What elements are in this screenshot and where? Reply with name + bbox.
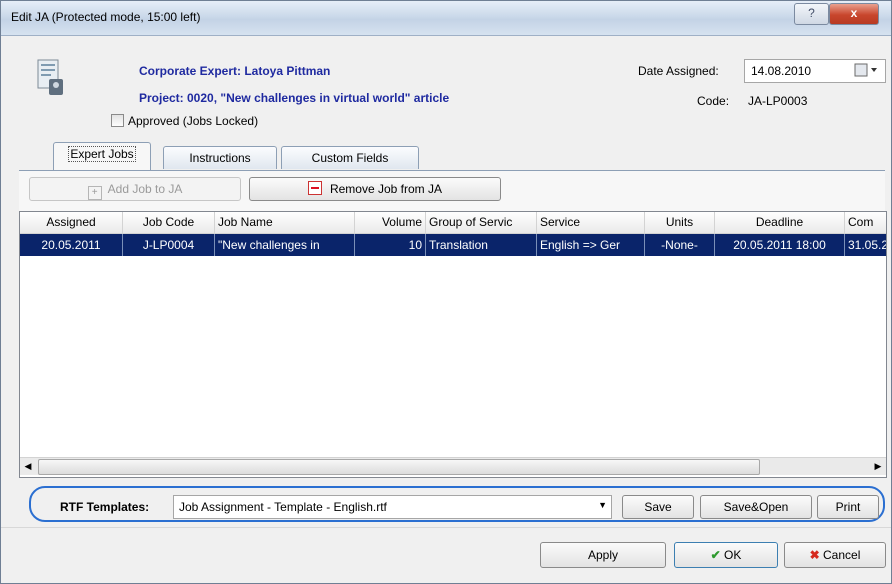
column-header-job-code[interactable]: Job Code	[123, 212, 215, 233]
cell-volume[interactable]: 10	[355, 234, 426, 256]
cell-service[interactable]: English => Ger	[537, 234, 645, 256]
help-button[interactable]: ?	[794, 3, 829, 25]
column-header-group-of-service[interactable]: Group of Servic	[426, 212, 537, 233]
apply-button[interactable]: Apply	[540, 542, 666, 568]
add-job-label: Add Job to JA	[107, 182, 183, 196]
approved-checkbox[interactable]: Approved (Jobs Locked)	[111, 114, 258, 128]
date-assigned-label: Date Assigned:	[638, 64, 719, 78]
footer-divider	[1, 527, 891, 528]
window-title: Edit JA (Protected mode, 15:00 left)	[11, 10, 201, 24]
ok-button[interactable]: ✔ OK	[674, 542, 778, 568]
save-button[interactable]: Save	[622, 495, 694, 519]
close-button[interactable]: x	[829, 3, 879, 25]
date-assigned-picker[interactable]: 14.08.2010	[744, 59, 886, 83]
rtf-templates-label: RTF Templates:	[60, 500, 150, 514]
remove-job-button[interactable]: Remove Job from JA	[249, 177, 501, 201]
title-bar[interactable]: Edit JA (Protected mode, 15:00 left) ? x	[1, 1, 891, 36]
grid-header: Assigned Job Code Job Name Volume Group …	[20, 212, 886, 234]
cell-deadline[interactable]: 20.05.2011 18:00	[715, 234, 845, 256]
tab-expert-jobs[interactable]: Expert Jobs	[53, 142, 151, 171]
check-icon: ✔	[710, 548, 721, 562]
header-area: Corporate Expert: Latoya Pittman Project…	[1, 36, 891, 146]
project-label: Project: 0020, "New challenges in virtua…	[139, 91, 450, 105]
tab-strip: Expert Jobs Instructions Custom Fields	[1, 142, 891, 171]
rtf-template-select[interactable]: Job Assignment - Template - English.rtf …	[173, 495, 612, 519]
cell-job-name[interactable]: "New challenges in	[215, 234, 355, 256]
tab-expert-jobs-label: Expert Jobs	[68, 146, 136, 162]
remove-job-icon	[307, 181, 322, 195]
rtf-template-value[interactable]: Job Assignment - Template - English.rtf	[179, 500, 387, 514]
add-job-icon: +	[87, 186, 102, 200]
scroll-left-arrow-icon[interactable]: ◀	[20, 458, 36, 475]
horizontal-scrollbar[interactable]: ◀ ▶	[20, 457, 886, 475]
code-value: JA-LP0003	[748, 94, 808, 108]
table-row[interactable]: 20.05.2011 J-LP0004 "New challenges in 1…	[20, 234, 886, 256]
scroll-right-arrow-icon[interactable]: ▶	[870, 458, 886, 475]
date-assigned-value[interactable]: 14.08.2010	[751, 64, 811, 78]
column-header-volume[interactable]: Volume	[355, 212, 426, 233]
corporate-expert-label: Corporate Expert: Latoya Pittman	[139, 64, 331, 78]
column-header-assigned[interactable]: Assigned	[20, 212, 123, 233]
cancel-button[interactable]: ✖ Cancel	[784, 542, 886, 568]
cell-assigned[interactable]: 20.05.2011	[20, 234, 123, 256]
tab-instructions-label: Instructions	[189, 151, 251, 165]
jobs-grid[interactable]: Assigned Job Code Job Name Volume Group …	[19, 211, 887, 478]
cell-group-of-service[interactable]: Translation	[426, 234, 537, 256]
cancel-label: Cancel	[823, 548, 861, 562]
tab-custom-fields[interactable]: Custom Fields	[281, 146, 419, 169]
scrollbar-thumb[interactable]	[38, 459, 760, 475]
chevron-down-icon[interactable]: ▼	[598, 500, 607, 510]
column-header-units[interactable]: Units	[645, 212, 715, 233]
ok-label: OK	[724, 548, 742, 562]
save-open-button[interactable]: Save&Open	[700, 495, 812, 519]
print-button[interactable]: Print	[817, 495, 879, 519]
column-header-deadline[interactable]: Deadline	[715, 212, 845, 233]
cell-job-code[interactable]: J-LP0004	[123, 234, 215, 256]
add-job-button[interactable]: + Add Job to JA	[29, 177, 241, 201]
calendar-dropdown-icon[interactable]	[853, 63, 881, 77]
checkbox-box[interactable]	[111, 114, 124, 127]
close-icon: ✖	[809, 548, 820, 562]
code-label: Code:	[697, 94, 730, 108]
cell-com[interactable]: 31.05.2	[845, 234, 886, 256]
document-icon	[37, 59, 63, 95]
column-header-job-name[interactable]: Job Name	[215, 212, 355, 233]
tab-custom-fields-label: Custom Fields	[311, 151, 389, 165]
approved-label: Approved (Jobs Locked)	[128, 114, 259, 128]
remove-job-label: Remove Job from JA	[329, 182, 443, 196]
cell-units[interactable]: -None-	[645, 234, 715, 256]
column-header-com[interactable]: Com	[845, 212, 886, 233]
tab-instructions[interactable]: Instructions	[163, 146, 277, 169]
column-header-service[interactable]: Service	[537, 212, 645, 233]
edit-ja-window: Edit JA (Protected mode, 15:00 left) ? x…	[0, 0, 892, 584]
